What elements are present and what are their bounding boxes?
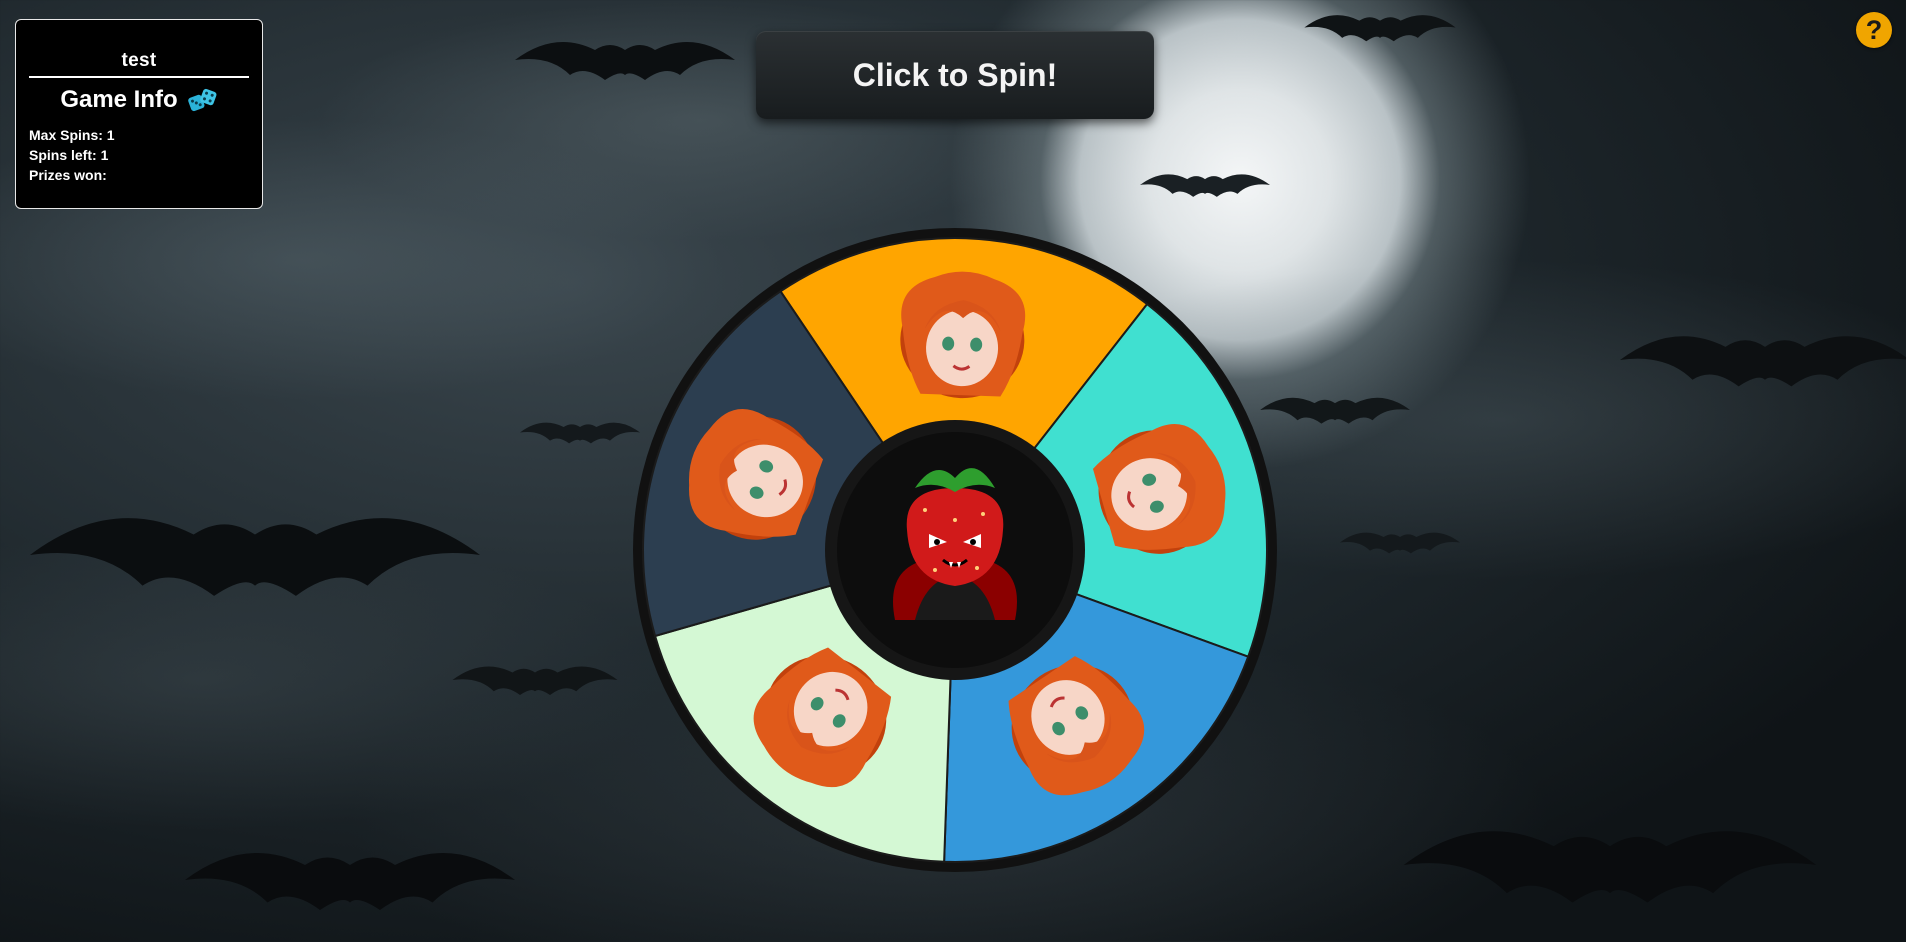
game-info-title: Game Info [60, 86, 178, 113]
prizes-won-row: Prizes won: [29, 165, 249, 185]
spins-left-label: Spins left: [29, 147, 97, 163]
username-label: test [121, 50, 157, 71]
bat-icon [1260, 397, 1410, 424]
help-icon[interactable]: ? [1856, 12, 1892, 48]
dice-icon [187, 88, 217, 112]
bat-icon [452, 666, 618, 695]
bat-icon [1620, 336, 1906, 387]
bat-icon [1140, 174, 1270, 197]
bat-icon [520, 422, 640, 444]
prize-wheel[interactable] [631, 226, 1279, 874]
divider [29, 76, 249, 78]
max-spins-value: 1 [106, 127, 115, 143]
prizes-won-label: Prizes won: [29, 167, 107, 183]
bat-icon [1403, 831, 1817, 903]
max-spins-row: Max Spins: 1 [29, 125, 249, 145]
game-info-heading: Game Info [29, 86, 249, 114]
prize-wheel-graphic[interactable] [631, 226, 1279, 874]
bat-icon [515, 42, 735, 80]
spins-left-row: Spins left: 1 [29, 145, 249, 165]
max-spins-label: Max Spins: [29, 127, 103, 143]
bat-icon [1340, 532, 1460, 554]
bat-icon [1304, 15, 1456, 42]
spin-button[interactable]: Click to Spin! [756, 31, 1154, 119]
game-info-panel: test Game Info Max Spins: 1 Spins left: … [15, 19, 263, 209]
spins-left-value: 1 [100, 147, 109, 163]
celebrating-girl-confetti-icon [900, 271, 1026, 399]
bat-icon [185, 853, 515, 910]
bat-icon [30, 518, 480, 596]
